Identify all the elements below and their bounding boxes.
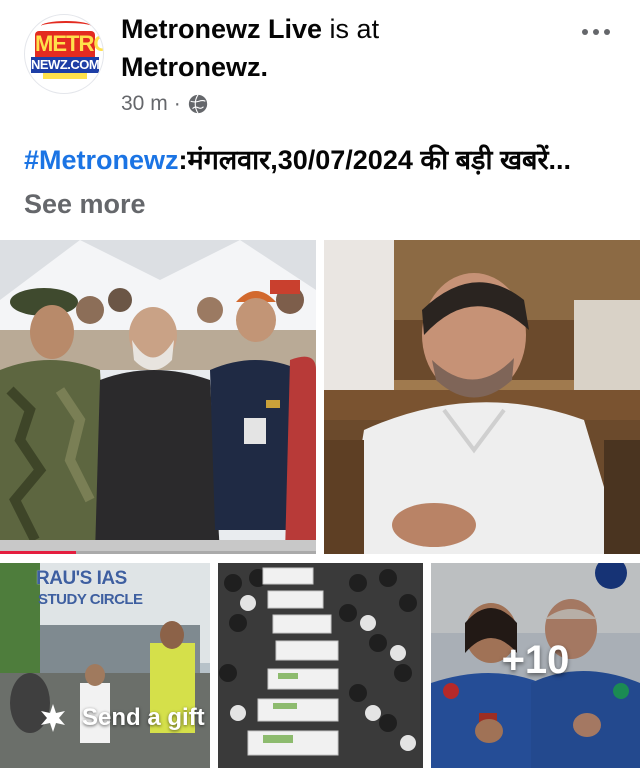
more-options-icon-dot [593, 29, 599, 35]
globe-icon[interactable] [187, 93, 209, 115]
post-photo-4[interactable] [218, 563, 423, 768]
logo-top-text: METRO [35, 31, 104, 57]
more-options-button[interactable] [574, 18, 618, 46]
logo-bottom-text: NEWZ.COM [31, 57, 100, 73]
video-progress-bar [0, 551, 316, 554]
photo-4-image [218, 563, 423, 768]
send-gift-label: Send a gift [82, 704, 205, 731]
author-line: Metronewz Live is at [121, 12, 379, 46]
video-progress-fill [0, 551, 76, 554]
metronewz-logo: METRO NEWZ.COM [31, 21, 104, 79]
caption-text: :मंगलवार,30/07/2024 की बड़ी खबरें... [178, 145, 571, 175]
photo-1-image [0, 240, 316, 554]
meta-separator: · [173, 92, 181, 115]
page-avatar[interactable]: METRO NEWZ.COM [24, 14, 104, 94]
post-photo-2[interactable] [324, 240, 640, 554]
gift-icon [41, 704, 65, 732]
more-options-icon-dot [604, 29, 610, 35]
logo-ring [41, 21, 91, 31]
see-more-link[interactable]: See more [24, 189, 146, 219]
photo-2-image [324, 240, 640, 554]
location-link[interactable]: Metronewz. [121, 50, 268, 84]
building-sign-line1: RAU'S IAS [36, 568, 127, 589]
more-photos-count: +10 [501, 638, 570, 682]
more-photos-overlay[interactable]: +10 [431, 563, 640, 768]
post-meta: 30 m · [121, 90, 209, 118]
hashtag-link[interactable]: #Metronewz [24, 145, 179, 175]
more-options-icon [582, 29, 588, 35]
post-caption: #Metronewz:मंगलवार,30/07/2024 की बड़ी खब… [24, 138, 624, 226]
post-header: METRO NEWZ.COM Metronewz Live is at Metr… [0, 0, 640, 130]
post-time[interactable]: 30 m [121, 90, 168, 118]
send-gift-button[interactable]: Send a gift [24, 692, 221, 744]
building-sign-line2: STUDY CIRCLE [38, 591, 143, 608]
logo-tagline [43, 73, 87, 79]
page-name-link[interactable]: Metronewz Live [121, 14, 322, 44]
is-at-text: is at [322, 14, 380, 44]
post-photo-1[interactable] [0, 240, 316, 554]
